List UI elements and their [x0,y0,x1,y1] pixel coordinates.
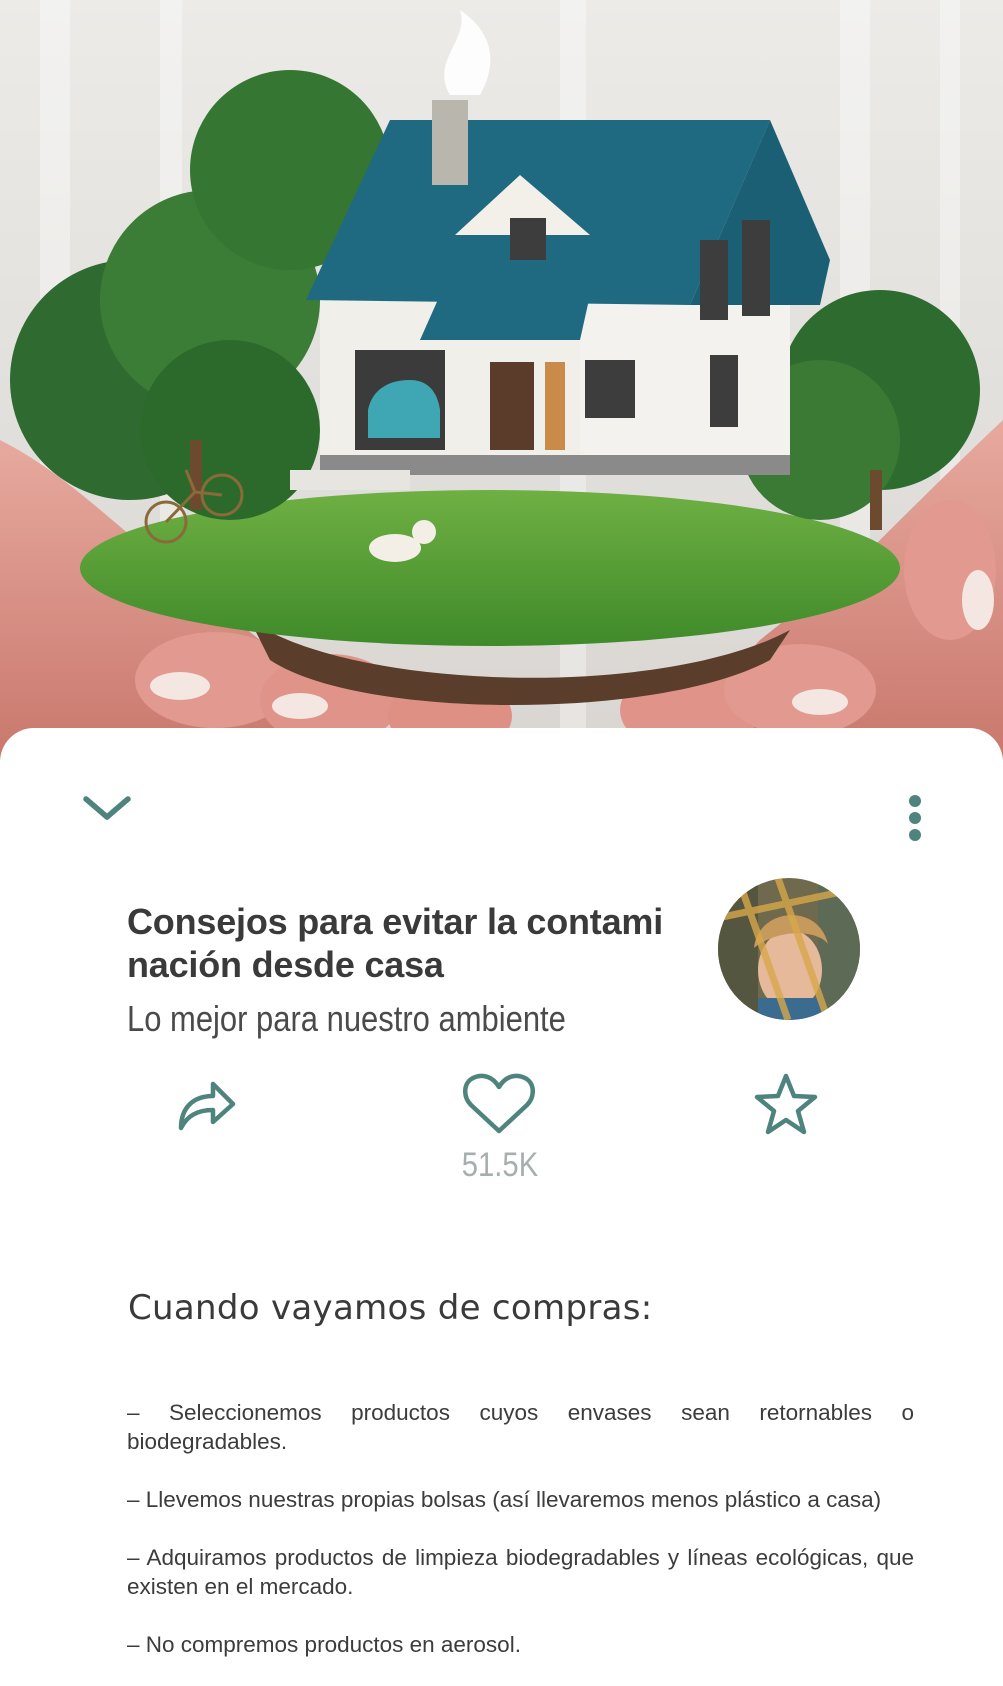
tips-list: – Seleccionemos productos cuyos envases … [127,1398,914,1686]
favorite-button[interactable] [750,1068,822,1140]
article-subtitle: Lo mejor para nuestro ambiente [127,998,566,1039]
star-icon [754,1073,818,1135]
list-item: – No compremos productos en aerosol. [127,1632,521,1657]
action-bar: 51.5K [0,1068,1003,1198]
list-item: – Adquiramos productos de limpieza biode… [127,1545,914,1599]
section-heading: Cuando vayamos de compras: [128,1288,653,1328]
more-options-button[interactable] [890,788,940,848]
share-button[interactable] [170,1068,242,1140]
more-vertical-icon [909,795,921,841]
share-icon [178,1081,236,1131]
heart-icon [463,1073,535,1134]
hero-image [0,0,1003,760]
article-title: Consejos para evitar la contami nación d… [127,901,663,985]
author-avatar[interactable] [718,878,860,1020]
like-button[interactable] [458,1068,540,1140]
collapse-button[interactable] [72,783,142,833]
like-count: 51.5K [461,1146,539,1184]
article-sheet: Consejos para evitar la contami nación d… [0,728,1003,1686]
list-item: – Seleccionemos productos cuyos envases … [127,1400,914,1454]
list-item: – Llevemos nuestras propias bolsas (así … [127,1487,882,1512]
chevron-down-icon [83,796,131,820]
